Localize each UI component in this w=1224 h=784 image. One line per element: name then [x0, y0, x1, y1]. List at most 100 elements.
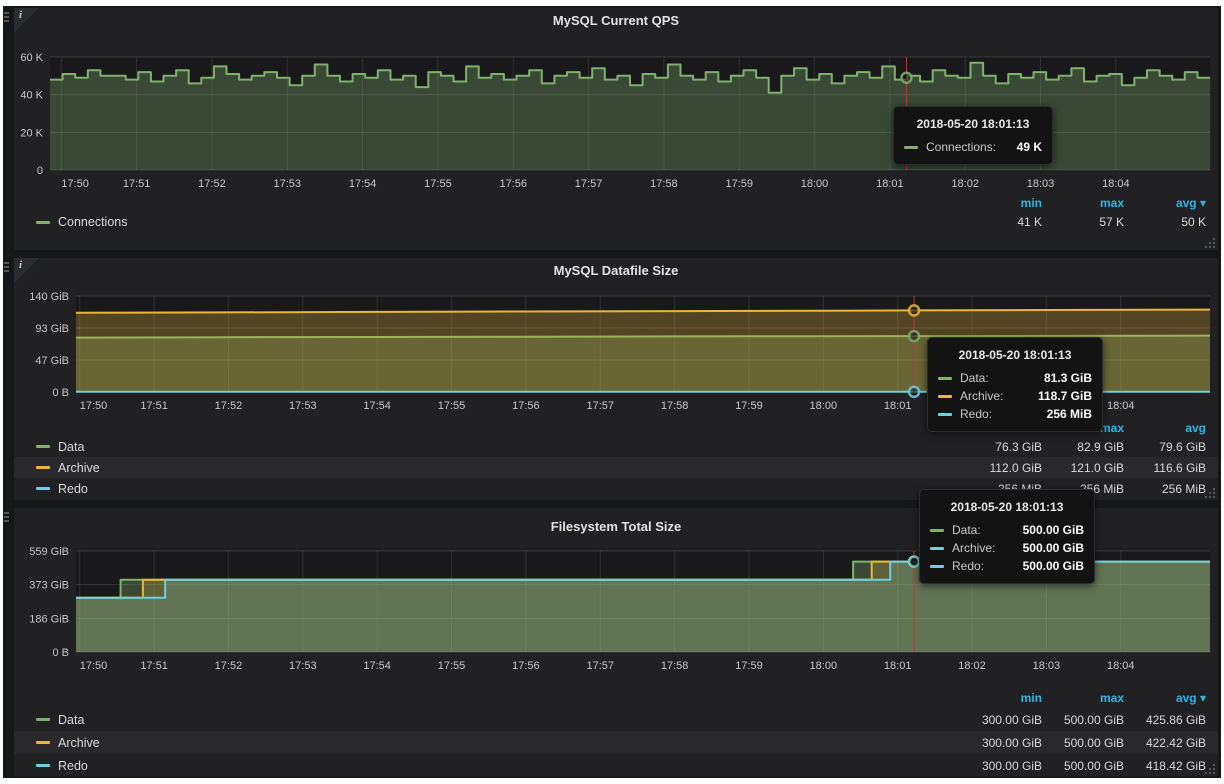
- legend-series-label[interactable]: Redo: [58, 759, 88, 773]
- tooltip-series-row: Redo:500.00 GiB: [930, 557, 1084, 575]
- tooltip-series-row: Data:81.3 GiB: [938, 369, 1092, 387]
- legend-series-label[interactable]: Archive: [58, 461, 100, 475]
- legend-0: minmaxavg ▾ Connections 41 K57 K50 K: [14, 194, 1218, 232]
- legend-row-redo: Redo300.00 GiB500.00 GiB418.42 GiB: [14, 754, 1218, 776]
- legend-stat-value: 300.00 GiB: [960, 713, 1042, 727]
- panel-drag-handle[interactable]: [4, 262, 12, 274]
- legend-stat-value: 425.86 GiB: [1124, 713, 1206, 727]
- series-color-dash-icon: [36, 487, 50, 490]
- panel-resize-handle[interactable]: [1204, 236, 1216, 248]
- series-color-dash-icon: [930, 547, 944, 550]
- series-color-dash-icon: [36, 741, 50, 744]
- series-color-dash-icon: [904, 146, 918, 149]
- legend-series-label[interactable]: Archive: [58, 736, 100, 750]
- x-axis-label: 17:55: [424, 178, 452, 190]
- x-axis-label: 17:57: [586, 400, 614, 412]
- x-axis-label: 17:50: [61, 178, 89, 190]
- legend-sort-avg[interactable]: avg ▾: [1124, 691, 1206, 705]
- panel-resize-handle[interactable]: [1204, 762, 1216, 774]
- x-axis-label: 17:55: [438, 400, 466, 412]
- tooltip-series-value: 118.7 GiB: [1038, 389, 1092, 403]
- legend-stat-value: 500.00 GiB: [1042, 736, 1124, 750]
- legend-sort-max[interactable]: max: [1042, 691, 1124, 705]
- tooltip-series-value: 500.00 GiB: [1023, 541, 1084, 555]
- legend-stat-value: 121.0 GiB: [1042, 461, 1124, 475]
- x-axis-label: 17:59: [735, 400, 763, 412]
- x-axis-label: 18:03: [1027, 178, 1055, 190]
- y-axis-label: 186 GiB: [29, 613, 69, 625]
- x-axis-label: 18:02: [958, 660, 986, 672]
- x-axis-label: 17:55: [438, 660, 466, 672]
- tooltip-timestamp: 2018-05-20 18:01:13: [904, 115, 1042, 138]
- legend-series-label[interactable]: Connections: [58, 215, 128, 229]
- legend-stat-value: 57 K: [1042, 215, 1124, 229]
- legend-sort-avg[interactable]: avg: [1124, 421, 1206, 435]
- legend-row-data: Data300.00 GiB500.00 GiB425.86 GiB: [14, 708, 1218, 731]
- tooltip-series-row: Archive:118.7 GiB: [938, 387, 1092, 405]
- x-axis-label: 17:59: [735, 660, 763, 672]
- tooltip-timestamp: 2018-05-20 18:01:13: [930, 498, 1084, 521]
- x-axis-label: 18:01: [876, 178, 904, 190]
- x-axis-label: 17:57: [575, 178, 603, 190]
- info-icon: i: [19, 259, 22, 271]
- x-axis-label: 18:01: [884, 660, 912, 672]
- x-axis-label: 18:00: [810, 660, 838, 672]
- x-axis-label: 17:58: [650, 178, 678, 190]
- legend-row-connections: Connections 41 K57 K50 K: [14, 212, 1218, 232]
- panel-info-corner[interactable]: i: [14, 8, 39, 33]
- x-axis-label: 17:50: [80, 660, 108, 672]
- y-axis-label: 0: [37, 165, 43, 177]
- legend-stat-value: 79.6 GiB: [1124, 440, 1206, 454]
- x-axis-label: 17:58: [661, 660, 689, 672]
- crosshair-point-marker: [901, 73, 911, 83]
- legend-2: minmaxavg ▾ Data 300.00 GiB500.00 GiB425.8…: [14, 688, 1218, 776]
- series-color-dash-icon: [36, 466, 50, 469]
- crosshair-point-marker: [909, 331, 919, 341]
- legend-row-data: Data76.3 GiB82.9 GiB79.6 GiB: [14, 436, 1218, 457]
- legend-stat-value: 422.42 GiB: [1124, 736, 1206, 750]
- legend-stat-value: 50 K: [1124, 215, 1206, 229]
- tooltip-series-row: Archive:500.00 GiB: [930, 539, 1084, 557]
- series-color-dash-icon: [36, 221, 50, 224]
- series-color-dash-icon: [36, 445, 50, 448]
- legend-stat-value: 418.42 GiB: [1124, 759, 1206, 773]
- panel-resize-handle[interactable]: [1204, 486, 1216, 498]
- x-axis-label: 17:58: [661, 400, 689, 412]
- y-axis-label: 40 K: [20, 90, 43, 102]
- tooltip-series-name: Data:: [960, 371, 989, 385]
- x-axis-label: 18:04: [1107, 660, 1135, 672]
- panel-info-corner[interactable]: i: [14, 258, 39, 283]
- legend-sort-max[interactable]: max: [1042, 196, 1124, 210]
- x-axis-label: 18:04: [1107, 400, 1135, 412]
- series-color-dash-icon: [938, 377, 952, 380]
- panel-title-mysql-datafile-size[interactable]: MySQL Datafile Size: [14, 258, 1218, 286]
- y-axis-label: 93 GiB: [35, 323, 69, 335]
- x-axis-label: 17:56: [499, 178, 527, 190]
- legend-stat-value: 41 K: [960, 215, 1042, 229]
- tooltip-timestamp: 2018-05-20 18:01:13: [938, 346, 1092, 369]
- legend-series-label[interactable]: Data: [58, 713, 84, 727]
- y-axis-label: 20 K: [20, 127, 43, 139]
- tooltip-series-row: Data:500.00 GiB: [930, 521, 1084, 539]
- panel-title-mysql-current-qps[interactable]: MySQL Current QPS: [14, 8, 1218, 36]
- x-axis-label: 17:54: [363, 660, 391, 672]
- legend-sort-min[interactable]: min: [960, 196, 1042, 210]
- panel-drag-handle[interactable]: [4, 12, 12, 24]
- x-axis-label: 17:54: [349, 178, 377, 190]
- x-axis-label: 18:03: [1033, 660, 1061, 672]
- legend-series-label[interactable]: Data: [58, 440, 84, 454]
- legend-sort-avg[interactable]: avg ▾: [1124, 196, 1206, 210]
- x-axis-label: 17:53: [289, 400, 317, 412]
- x-axis-label: 18:00: [810, 400, 838, 412]
- panel-drag-handle[interactable]: [4, 512, 12, 524]
- legend-sort-min[interactable]: min: [960, 691, 1042, 705]
- x-axis-label: 17:52: [198, 178, 226, 190]
- legend-stat-value: 300.00 GiB: [960, 759, 1042, 773]
- x-axis-label: 17:57: [586, 660, 614, 672]
- tooltip-series-name: Connections:: [926, 140, 996, 154]
- x-axis-label: 17:56: [512, 660, 540, 672]
- legend-series-label[interactable]: Redo: [58, 482, 88, 496]
- x-axis-label: 18:01: [884, 400, 912, 412]
- y-axis-label: 373 GiB: [29, 580, 69, 592]
- legend-stat-value: 300.00 GiB: [960, 736, 1042, 750]
